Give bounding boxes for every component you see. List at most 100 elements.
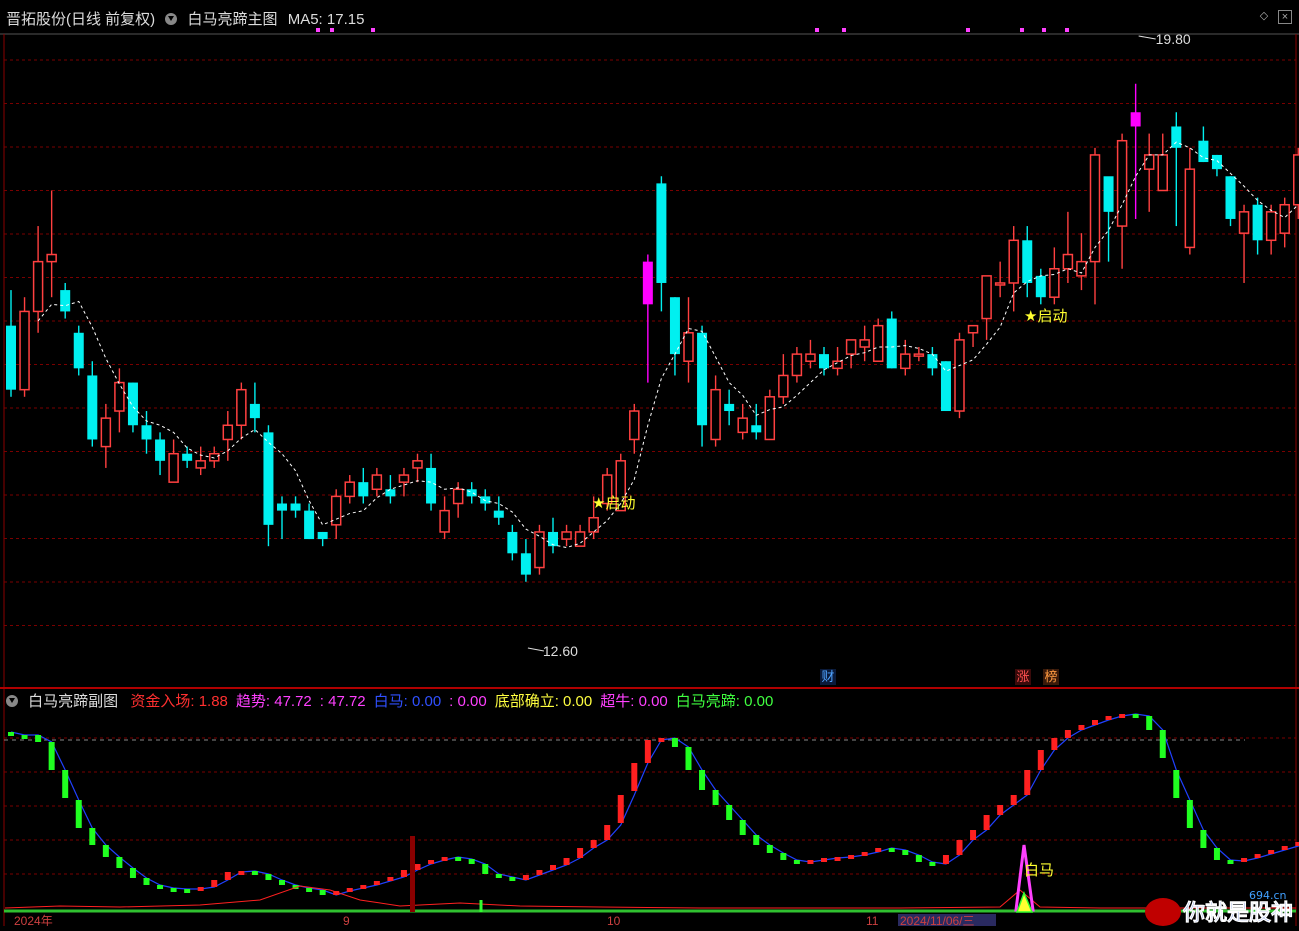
candlestick (1062, 211, 1074, 283)
trend-bar (48, 742, 55, 770)
candlestick (764, 389, 776, 441)
trend-bar (8, 732, 14, 736)
candlestick (1184, 147, 1196, 255)
candle-body (1238, 211, 1250, 234)
trend-bar (807, 860, 814, 864)
candle-body (1293, 154, 1299, 206)
trend-bar (62, 770, 69, 798)
dragon-tiger-badge[interactable]: 榜 (1043, 669, 1059, 685)
candle-body (1211, 154, 1222, 170)
candlestick (155, 432, 166, 476)
candlestick (710, 375, 721, 447)
candle-body (805, 353, 816, 362)
trend-bar (1051, 738, 1058, 750)
limit-up-badge[interactable]: 涨 (1015, 669, 1031, 685)
candle-body (886, 318, 897, 369)
candlestick (642, 254, 653, 383)
candle-body (1279, 203, 1290, 234)
candle-body (1103, 176, 1114, 212)
candlestick (290, 496, 301, 518)
candle-body (195, 460, 206, 469)
candle-body (1008, 239, 1019, 284)
diamond-icon[interactable]: ◇ (1257, 10, 1271, 24)
candle-body (412, 460, 423, 469)
high-pointer (1138, 35, 1156, 40)
candle-body (19, 310, 30, 391)
candle-body (724, 403, 735, 412)
signal-dot (371, 28, 375, 32)
sub-chart-header: 白马亮蹄副图 资金入场: 1.88 趋势: 47.72: 47.72 白马: 0.0… (6, 690, 781, 711)
candlestick (60, 282, 71, 319)
candlestick (561, 524, 572, 547)
trend-bar (929, 862, 936, 866)
restore-window-icon[interactable]: × (1278, 10, 1292, 24)
trend-bar (1200, 830, 1207, 848)
trend-bar (793, 860, 800, 864)
trend-bar (766, 845, 773, 853)
trend-bar (550, 865, 556, 870)
candlestick (1008, 226, 1019, 312)
sub-indicator-values: 资金入场: 1.88 趋势: 47.72: 47.72 白马: 0.00: 0.00… (130, 693, 781, 710)
signal-dot (815, 28, 819, 32)
candlestick (1265, 204, 1277, 255)
candle-body (304, 510, 315, 540)
candle-body (114, 381, 125, 412)
indicator-name[interactable]: 白马亮蹄主图 (188, 11, 278, 28)
candle-body (710, 388, 721, 441)
trend-bar (116, 857, 123, 868)
candlestick (304, 503, 315, 540)
candlestick (32, 226, 44, 333)
candle-body (46, 253, 57, 263)
candlestick (1171, 112, 1182, 227)
chart-canvas[interactable]: 19.80 12.60 ★启动 ★启动白马 2024年 9 10 11 2024/11/06/三 (0, 0, 1299, 926)
candlestick (1225, 176, 1236, 227)
trend-bar (631, 763, 638, 791)
candle-body (1035, 275, 1046, 298)
candlestick (277, 496, 287, 540)
candlestick (236, 382, 247, 440)
sub-indicator-name[interactable]: 白马亮蹄副图 (28, 693, 118, 710)
sub-indicator-menu-icon[interactable] (6, 695, 18, 707)
candlestick (371, 467, 383, 497)
trend-bar (875, 848, 882, 852)
candlestick (1022, 226, 1033, 298)
candle-body (32, 260, 44, 313)
candle-body (548, 531, 558, 547)
trend-bar (577, 848, 584, 858)
sub-indicator-field: 趋势: 47.72 (235, 693, 312, 710)
indicator-menu-icon[interactable] (165, 13, 178, 25)
candlestick (466, 482, 477, 504)
trend-bar (279, 880, 285, 885)
candle-body (900, 353, 911, 370)
candlestick (1049, 247, 1060, 305)
candlestick (1076, 233, 1087, 291)
trend-bar (821, 858, 827, 862)
trend-bar (956, 840, 963, 855)
candle-body (1143, 154, 1155, 170)
candlestick (412, 453, 423, 483)
trend-bar (265, 874, 272, 880)
trend-bar (617, 795, 624, 823)
candle-body (845, 339, 857, 355)
candle-body (222, 424, 234, 441)
trend-bar (1173, 770, 1180, 798)
candle-body (344, 481, 355, 498)
candle-body (819, 354, 829, 369)
candle-body (1184, 168, 1196, 249)
candlestick (1035, 268, 1046, 305)
candlestick (168, 439, 179, 483)
candlestick (1279, 197, 1290, 248)
finance-badge[interactable]: 财 (820, 669, 836, 685)
candlestick (819, 347, 829, 376)
candle-body (1157, 154, 1168, 192)
candlestick (439, 496, 450, 540)
candle-body (927, 354, 938, 369)
trend-bar (441, 857, 448, 861)
candle-body (994, 282, 1006, 286)
signal-dot (1065, 28, 1069, 32)
trend-bar (915, 855, 922, 862)
candlestick (981, 275, 992, 340)
trend-bar (1186, 800, 1193, 828)
trend-bar (1092, 720, 1098, 725)
candle-body (940, 361, 951, 412)
